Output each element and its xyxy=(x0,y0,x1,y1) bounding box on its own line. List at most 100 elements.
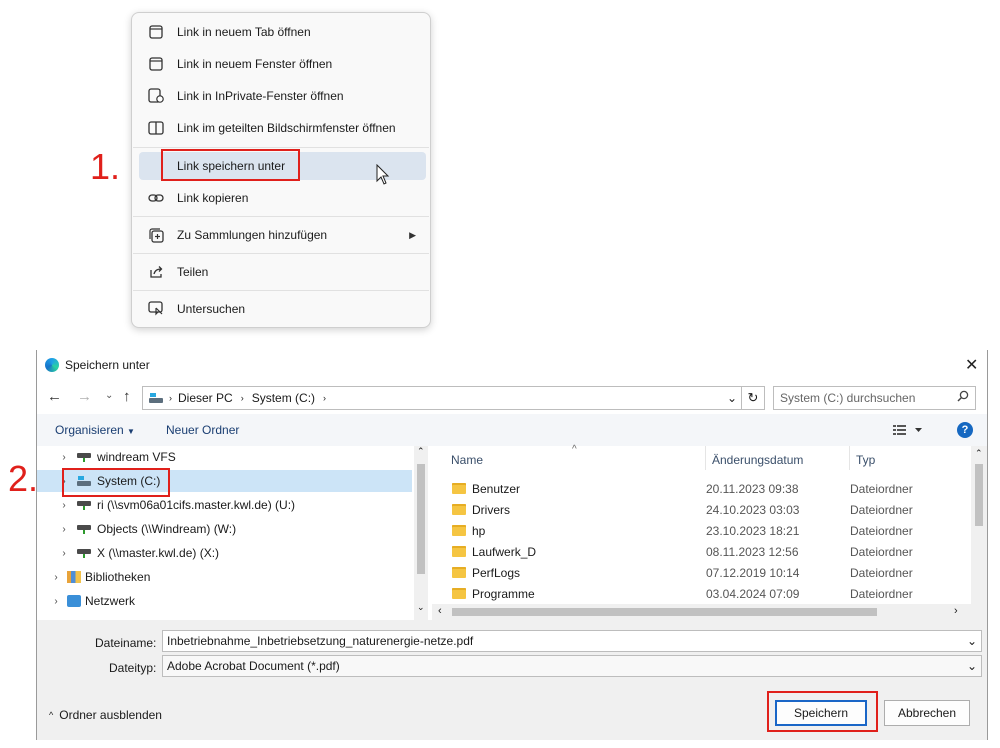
network-icon xyxy=(67,595,81,607)
filename-dropdown-icon[interactable]: ⌄ xyxy=(967,634,977,648)
scroll-right-icon[interactable]: › xyxy=(954,605,958,617)
tree-item-windream-vfs[interactable]: › windream VFS xyxy=(57,446,412,468)
dialog-title: Speichern unter xyxy=(65,358,150,372)
link-icon xyxy=(147,189,165,207)
menu-item-share[interactable]: Teilen xyxy=(139,258,426,286)
file-row[interactable]: Drivers 24.10.2023 03:03 Dateiordner xyxy=(452,499,972,520)
column-header-type[interactable]: Typ xyxy=(856,453,956,467)
tree-item-network-drive-x[interactable]: › X (\\master.kwl.de) (X:) xyxy=(57,542,412,564)
tree-item-network-drive-u[interactable]: › ri (\\svm06a01cifs.master.kwl.de) (U:) xyxy=(57,494,412,516)
folder-icon xyxy=(452,546,466,557)
edge-logo-icon xyxy=(45,358,59,372)
file-row[interactable]: Programme 03.04.2024 07:09 Dateiordner xyxy=(452,583,972,604)
address-dropdown-icon[interactable]: ⌄ xyxy=(727,391,737,405)
expand-chevron-icon[interactable]: › xyxy=(57,524,71,535)
tree-item-network[interactable]: › Netzwerk xyxy=(49,590,412,612)
file-list-scrollbar-vertical[interactable]: ⌃ xyxy=(971,446,987,604)
breadcrumb-separator-icon: › xyxy=(240,393,244,403)
save-as-dialog: Speichern unter ✕ ← → ⌄ ↑ › Dieser PC › … xyxy=(36,350,988,740)
menu-item-open-split-screen[interactable]: Link im geteilten Bildschirmfenster öffn… xyxy=(139,114,426,142)
menu-item-open-new-window[interactable]: Link in neuem Fenster öffnen xyxy=(139,50,426,78)
folder-icon xyxy=(452,483,466,494)
menu-separator xyxy=(133,253,429,254)
menu-item-label: Link in neuem Fenster öffnen xyxy=(177,57,333,71)
network-drive-icon xyxy=(75,547,93,559)
filetype-select[interactable]: Adobe Acrobat Document (*.pdf) ⌄ xyxy=(162,655,982,677)
view-options-icon[interactable] xyxy=(893,423,923,441)
expand-chevron-icon[interactable]: › xyxy=(57,500,71,511)
command-bar: Organisieren ▼ Neuer Ordner ? xyxy=(37,414,987,446)
file-row[interactable]: hp 23.10.2023 18:21 Dateiordner xyxy=(452,520,972,541)
menu-item-open-new-tab[interactable]: Link in neuem Tab öffnen xyxy=(139,18,426,46)
expand-chevron-icon[interactable]: › xyxy=(49,572,63,583)
hide-folders-toggle[interactable]: ^ Ordner ausblenden xyxy=(49,708,162,722)
menu-item-open-inprivate[interactable]: Link in InPrivate-Fenster öffnen xyxy=(139,82,426,110)
expand-chevron-icon[interactable]: › xyxy=(57,548,71,559)
highlight-box-save-button xyxy=(767,691,878,732)
folder-icon xyxy=(452,567,466,578)
folder-icon xyxy=(452,525,466,536)
share-icon xyxy=(147,263,165,281)
filename-input[interactable]: Inbetriebnahme_Inbetriebsetzung_naturene… xyxy=(162,630,982,652)
menu-item-inspect[interactable]: Untersuchen xyxy=(139,295,426,323)
menu-separator xyxy=(133,290,429,291)
close-icon[interactable]: ✕ xyxy=(965,355,978,375)
column-header-name[interactable]: Name xyxy=(451,453,701,467)
file-row[interactable]: Laufwerk_D 08.11.2023 12:56 Dateiordner xyxy=(452,541,972,562)
file-row[interactable]: Benutzer 20.11.2023 09:38 Dateiordner xyxy=(452,478,972,499)
scrollbar-thumb[interactable] xyxy=(975,464,983,526)
navigation-scrollbar[interactable]: ⌃ ⌄ xyxy=(414,446,428,620)
title-bar: Speichern unter xyxy=(45,358,150,372)
network-drive-icon xyxy=(75,523,93,535)
expand-chevron-icon[interactable]: › xyxy=(49,596,63,607)
menu-item-copy-link[interactable]: Link kopieren xyxy=(139,184,426,212)
drive-icon xyxy=(75,451,93,463)
tree-item-network-drive-w[interactable]: › Objects (\\Windream) (W:) xyxy=(57,518,412,540)
back-arrow-icon[interactable]: ← xyxy=(47,388,62,405)
column-divider xyxy=(849,446,850,470)
menu-item-label: Untersuchen xyxy=(177,302,246,316)
breadcrumb-separator-icon: › xyxy=(323,393,327,403)
new-folder-button[interactable]: Neuer Ordner xyxy=(166,423,239,437)
address-bar[interactable]: › Dieser PC › System (C:) › ⌄ xyxy=(142,386,742,410)
new-window-icon xyxy=(147,55,165,73)
search-box[interactable]: System (C:) durchsuchen xyxy=(773,386,976,410)
menu-item-label: Link in InPrivate-Fenster öffnen xyxy=(177,89,344,103)
menu-item-add-to-collections[interactable]: Zu Sammlungen hinzufügen ▶ xyxy=(139,221,426,249)
filetype-dropdown-icon[interactable]: ⌄ xyxy=(967,659,977,673)
highlight-box-system-c xyxy=(62,468,170,497)
file-row[interactable]: PerfLogs 07.12.2019 10:14 Dateiordner xyxy=(452,562,972,583)
menu-item-label: Zu Sammlungen hinzufügen xyxy=(177,228,328,242)
scroll-up-icon[interactable]: ⌃ xyxy=(417,446,425,457)
inspect-icon xyxy=(147,300,165,318)
file-list-scrollbar-horizontal[interactable]: ‹ › xyxy=(432,604,987,620)
libraries-icon xyxy=(67,571,81,583)
menu-item-label: Teilen xyxy=(177,265,209,279)
filetype-label: Dateityp: xyxy=(109,661,157,675)
cancel-button[interactable]: Abbrechen xyxy=(884,700,970,726)
scroll-left-icon[interactable]: ‹ xyxy=(438,605,442,617)
step-label-2: 2. xyxy=(8,458,39,499)
breadcrumb-this-pc[interactable]: Dieser PC xyxy=(178,391,233,405)
menu-item-label: Link im geteilten Bildschirmfenster öffn… xyxy=(177,121,396,135)
submenu-arrow-icon: ▶ xyxy=(409,229,416,240)
organize-button[interactable]: Organisieren ▼ xyxy=(55,423,135,437)
forward-arrow-icon[interactable]: → xyxy=(77,388,92,405)
help-icon[interactable]: ? xyxy=(957,422,973,438)
mouse-cursor-icon xyxy=(376,164,390,185)
scroll-down-icon[interactable]: ⌄ xyxy=(417,602,425,613)
folder-icon xyxy=(452,588,466,599)
breadcrumb-system-c[interactable]: System (C:) xyxy=(252,391,315,405)
scrollbar-thumb[interactable] xyxy=(417,464,425,574)
recent-chevron-icon[interactable]: ⌄ xyxy=(105,390,113,401)
refresh-icon[interactable]: ↻ xyxy=(741,386,765,410)
expand-chevron-icon[interactable]: › xyxy=(57,452,71,463)
file-list: ^ Name Änderungsdatum Typ Benutzer 20.11… xyxy=(432,444,987,620)
column-header-date[interactable]: Änderungsdatum xyxy=(712,453,842,467)
scroll-up-icon[interactable]: ⌃ xyxy=(975,448,983,459)
up-arrow-icon[interactable]: ↑ xyxy=(123,388,131,405)
tree-item-libraries[interactable]: › Bibliotheken xyxy=(49,566,412,588)
drive-icon xyxy=(147,392,165,404)
inprivate-icon xyxy=(147,87,165,105)
scrollbar-thumb[interactable] xyxy=(452,608,877,616)
